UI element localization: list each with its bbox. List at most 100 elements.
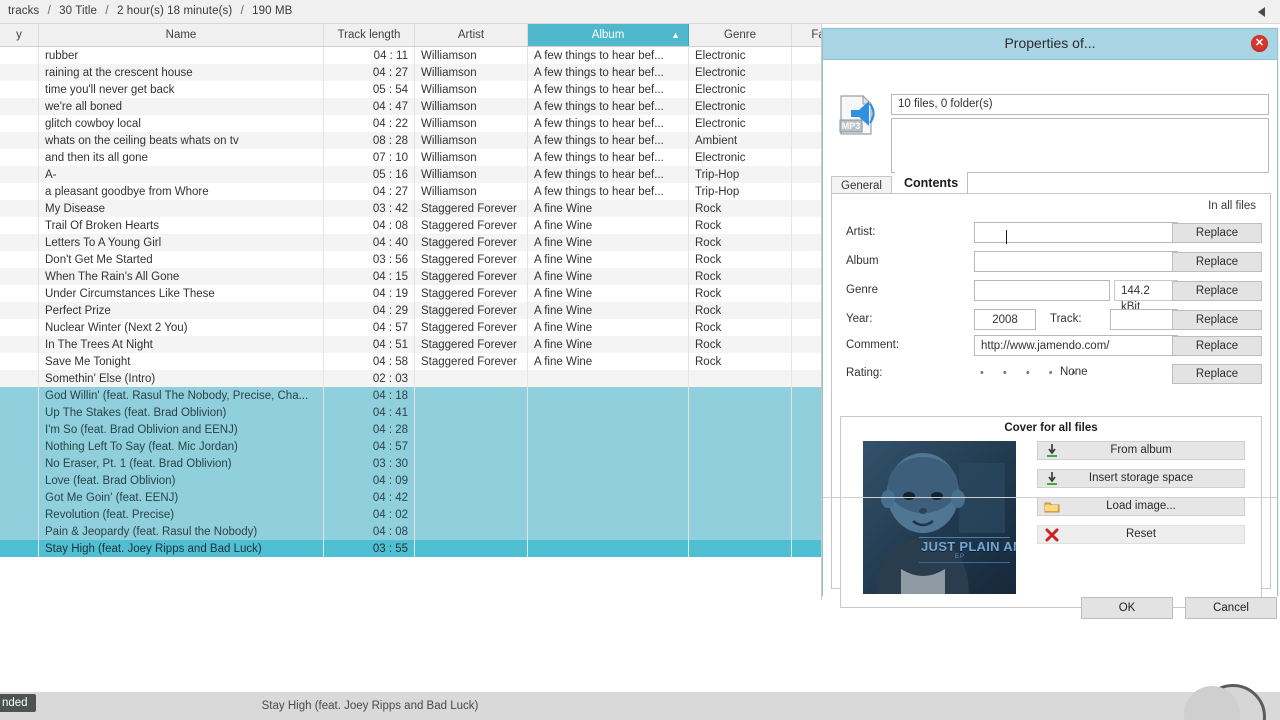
table-row[interactable]: time you'll never get back 05 : 54 William… bbox=[0, 81, 822, 98]
cancel-button[interactable]: Cancel bbox=[1185, 597, 1277, 619]
cell-favorite: ♥ bbox=[791, 489, 822, 506]
track-table: y Name Track length Artist Album ▲ Genre… bbox=[0, 24, 822, 557]
column-header-artist[interactable]: Artist bbox=[414, 24, 528, 47]
cell-name: raining at the crescent house bbox=[38, 64, 324, 81]
cell-artist: Williamson bbox=[414, 64, 528, 81]
replace-rating-button[interactable]: Replace bbox=[1172, 364, 1262, 384]
cell-genre bbox=[688, 404, 792, 421]
replace-comment-button[interactable]: Replace bbox=[1172, 336, 1262, 356]
table-row[interactable]: Nuclear Winter (Next 2 You) 04 : 57 Stagge… bbox=[0, 319, 822, 336]
table-row[interactable]: Stay High (feat. Joey Ripps and Bad Luck… bbox=[0, 540, 822, 557]
cell-name: Stay High (feat. Joey Ripps and Bad Luck… bbox=[38, 540, 324, 557]
replace-year-button[interactable]: Replace bbox=[1172, 310, 1262, 330]
cell-artist: Staggered Forever bbox=[414, 336, 528, 353]
table-row[interactable]: Pain & Jeopardy (feat. Rasul the Nobody)… bbox=[0, 523, 822, 540]
cell-favorite: ♥ bbox=[791, 149, 822, 166]
cell-frequency bbox=[0, 404, 39, 421]
triangle-left-icon[interactable] bbox=[1254, 4, 1270, 20]
close-icon[interactable]: ✕ bbox=[1251, 35, 1268, 52]
table-row[interactable]: Don't Get Me Started 03 : 56 Staggered For… bbox=[0, 251, 822, 268]
table-row[interactable]: In The Trees At Night 04 : 51 Staggered Fo… bbox=[0, 336, 822, 353]
genre-label: Genre bbox=[846, 284, 878, 296]
cover-rule-bottom bbox=[919, 562, 1010, 563]
cell-frequency bbox=[0, 285, 39, 302]
from-album-button[interactable]: From album bbox=[1037, 441, 1245, 460]
cell-album: A fine Wine bbox=[527, 234, 689, 251]
tab-general[interactable]: General bbox=[831, 176, 892, 194]
field-row-year: Year: 2008 Track: Replace bbox=[832, 309, 1272, 333]
cell-favorite: ♥ bbox=[791, 285, 822, 302]
ok-button[interactable]: OK bbox=[1081, 597, 1173, 619]
table-row[interactable]: we're all boned 04 : 47 Williamson A few th… bbox=[0, 98, 822, 115]
table-row[interactable]: Got Me Goin' (feat. EENJ)04 : 42 ♥ bbox=[0, 489, 822, 506]
table-row[interactable]: A- 05 : 16 Williamson A few things to hear … bbox=[0, 166, 822, 183]
cell-name: Don't Get Me Started bbox=[38, 251, 324, 268]
table-row[interactable]: Up The Stakes (feat. Brad Oblivion) 04 : … bbox=[0, 404, 822, 421]
genre-select[interactable] bbox=[974, 280, 1110, 301]
cell-album: A few things to hear bef... bbox=[527, 115, 689, 132]
table-row[interactable]: Letters To A Young Girl 04 : 40 Staggered … bbox=[0, 234, 822, 251]
column-header-track-length[interactable]: Track length bbox=[323, 24, 415, 47]
cover-art-image[interactable]: JUST PLAIN ANT EP bbox=[863, 441, 1016, 594]
cell-genre bbox=[688, 387, 792, 404]
table-row[interactable]: rubber 04 : 11 Williamson A few things to h… bbox=[0, 46, 822, 64]
table-row[interactable]: a pleasant goodbye from Whore 04 : 27 Will… bbox=[0, 183, 822, 200]
artist-input[interactable] bbox=[974, 222, 1178, 243]
table-row[interactable]: Somethin' Else (Intro)02 : 03 ♥ bbox=[0, 370, 822, 387]
cell-artist: Staggered Forever bbox=[414, 302, 528, 319]
track-input[interactable] bbox=[1110, 309, 1178, 330]
dialog-title-bar[interactable]: Properties of... ✕ bbox=[823, 29, 1277, 60]
table-row[interactable]: My Disease 03 : 42 Staggered Forever A fine… bbox=[0, 200, 822, 217]
reset-cover-button[interactable]: Reset bbox=[1037, 525, 1245, 544]
comment-input[interactable]: http://www.jamendo.com/ bbox=[974, 335, 1178, 356]
file-summary-field[interactable]: 10 files, 0 folder(s) bbox=[891, 94, 1269, 115]
table-row[interactable]: Trail Of Broken Hearts 04 : 08 Staggered F… bbox=[0, 217, 822, 234]
table-row[interactable]: When The Rain's All Gone 04 : 15 Staggered… bbox=[0, 268, 822, 285]
table-row[interactable]: Revolution (feat. Precise)04 : 02 ♥ bbox=[0, 506, 822, 523]
tab-contents[interactable]: Contents bbox=[895, 172, 969, 194]
field-row-album: Album Replace bbox=[832, 251, 1272, 275]
table-row[interactable]: Perfect Prize 04 : 29 Staggered Forever A f… bbox=[0, 302, 822, 319]
album-input[interactable] bbox=[974, 251, 1178, 272]
table-row[interactable]: and then its all gone 07 : 10 Williamson A … bbox=[0, 149, 822, 166]
column-header-genre[interactable]: Genre bbox=[688, 24, 792, 47]
table-row[interactable]: raining at the crescent house 04 : 27 Will… bbox=[0, 64, 822, 81]
cell-favorite: ♥ bbox=[791, 64, 822, 81]
table-row[interactable]: whats on the ceiling beats whats on tv 08… bbox=[0, 132, 822, 149]
column-header-favorites[interactable]: Favorites bbox=[791, 24, 822, 47]
cover-group-title: Cover for all files bbox=[1004, 422, 1098, 434]
text-cursor-icon bbox=[1006, 230, 1014, 244]
table-row[interactable]: God Willin' (feat. Rasul The Nobody, Pre… bbox=[0, 387, 822, 404]
table-row[interactable]: Save Me Tonight 04 : 58 Staggered Forever A… bbox=[0, 353, 822, 370]
replace-album-button[interactable]: Replace bbox=[1172, 252, 1262, 272]
cell-artist: Williamson bbox=[414, 81, 528, 98]
cell-name: A- bbox=[38, 166, 324, 183]
table-row[interactable]: I'm So (feat. Brad Oblivion and EENJ) 04 … bbox=[0, 421, 822, 438]
cell-favorite: ♥ bbox=[791, 81, 822, 98]
cell-track-length: 04 : 08 bbox=[323, 217, 415, 234]
cell-album: A fine Wine bbox=[527, 251, 689, 268]
table-row[interactable]: Love (feat. Brad Oblivion)04 : 09 ♥ bbox=[0, 472, 822, 489]
year-input[interactable]: 2008 bbox=[974, 309, 1036, 330]
table-row[interactable]: Under Circumstances Like These 04 : 19 Sta… bbox=[0, 285, 822, 302]
cell-favorite: ♥ bbox=[791, 200, 822, 217]
track-list[interactable]: y Name Track length Artist Album ▲ Genre… bbox=[0, 24, 822, 600]
table-row[interactable]: No Eraser, Pt. 1 (feat. Brad Oblivion) 03… bbox=[0, 455, 822, 472]
column-header-frequency[interactable]: y bbox=[0, 24, 39, 47]
column-header-name[interactable]: Name bbox=[38, 24, 324, 47]
cell-genre bbox=[688, 489, 792, 506]
cell-name: No Eraser, Pt. 1 (feat. Brad Oblivion) bbox=[38, 455, 324, 472]
replace-artist-button[interactable]: Replace bbox=[1172, 223, 1262, 243]
table-row[interactable]: Nothing Left To Say (feat. Mic Jordan) 04… bbox=[0, 438, 822, 455]
cell-track-length: 04 : 27 bbox=[323, 64, 415, 81]
cell-frequency bbox=[0, 115, 39, 132]
replace-genre-button[interactable]: Replace bbox=[1172, 281, 1262, 301]
table-row[interactable]: glitch cowboy local 04 : 22 Williamson A fe… bbox=[0, 115, 822, 132]
cell-favorite: ♥ bbox=[791, 506, 822, 523]
properties-dialog[interactable]: Properties of... ✕ MP3 10 files, 0 folde… bbox=[822, 28, 1278, 619]
insert-storage-space-button[interactable]: Insert storage space bbox=[1037, 469, 1245, 488]
column-header-album[interactable]: Album ▲ bbox=[527, 24, 689, 47]
notes-field[interactable] bbox=[891, 118, 1269, 173]
cell-artist bbox=[414, 438, 528, 455]
load-image-button[interactable]: Load image... bbox=[1037, 497, 1245, 516]
